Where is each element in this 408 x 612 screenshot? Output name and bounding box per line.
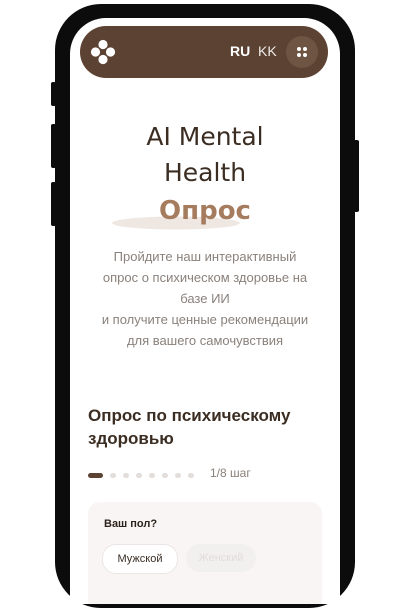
progress-dot: [136, 473, 142, 478]
progress-dot: [123, 473, 129, 478]
question-label: Ваш пол?: [104, 518, 158, 530]
progress-dot-active: [88, 473, 103, 478]
menu-button[interactable]: [286, 36, 318, 68]
step-counter-label: 1/8 шаг: [210, 466, 251, 480]
hero-title-accent: Опрос: [159, 196, 251, 226]
progress-dot: [188, 473, 194, 478]
progress-dot: [162, 473, 168, 478]
survey-section-title-line: Опрос по психическому: [88, 406, 291, 425]
hero-description-line: опрос о психическом здоровье на: [102, 270, 308, 285]
hero-description-line: базе ИИ: [180, 291, 230, 306]
hero-description: Пройдите наш интерактивный опрос о психи…: [80, 246, 330, 351]
hero-description-line: Пройдите наш интерактивный: [113, 249, 297, 264]
language-ru-link[interactable]: RU: [230, 43, 250, 59]
top-bar: RU KK: [80, 26, 328, 78]
hero-description-line: и получите ценные рекомендации: [101, 312, 309, 327]
hero-description-line: для вашего самочувствия: [126, 333, 284, 348]
progress-dot: [175, 473, 181, 478]
survey-section-title-line: здоровью: [88, 429, 174, 448]
question-card: Ваш пол? Мужской Женский: [88, 502, 322, 604]
progress-dot: [149, 473, 155, 478]
language-kk-link[interactable]: KK: [258, 43, 277, 59]
app-screen: RU KK AI Mental Health Опрос Пройдите на…: [70, 18, 340, 604]
hero-title-line2: Health: [163, 158, 247, 187]
diamond-dots-logo-icon[interactable]: [90, 39, 116, 65]
gender-option-female-button[interactable]: Женский: [186, 544, 256, 572]
phone-side-button-mute: [51, 82, 56, 106]
progress-dot: [110, 473, 116, 478]
phone-side-button-volume-up: [51, 124, 56, 168]
phone-side-button-volume-down: [51, 182, 56, 226]
survey-section-title: Опрос по психическому здоровью: [88, 404, 328, 450]
phone-side-button-power: [354, 140, 359, 212]
hero-title-line1: AI Mental: [146, 122, 264, 151]
gender-option-male-button[interactable]: Мужской: [102, 544, 178, 574]
